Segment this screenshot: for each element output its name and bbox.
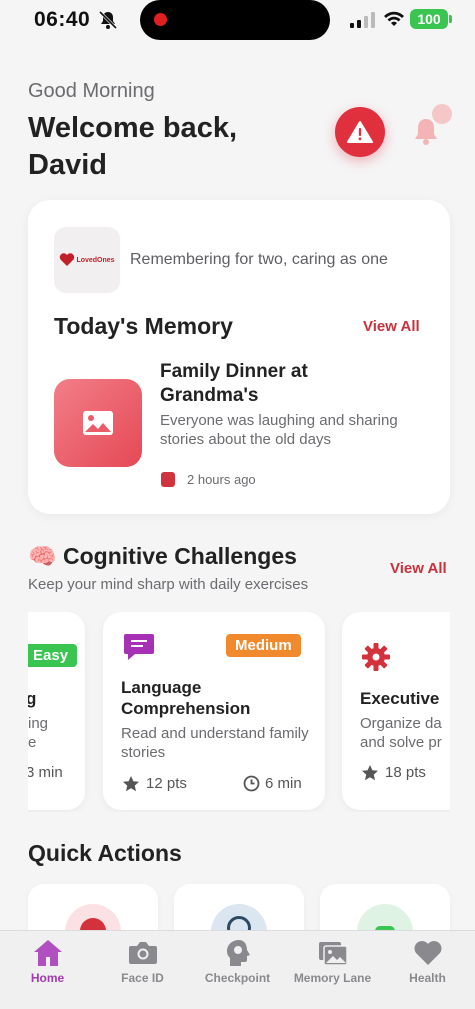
recording-indicator [154, 13, 167, 26]
signal-icon [350, 12, 375, 28]
status-time: 06:40 [34, 8, 91, 31]
challenge-desc-line2: and solve pr [360, 734, 442, 751]
app-tagline: Remembering for two, caring as one [130, 251, 388, 268]
clock-icon [243, 775, 260, 792]
photos-icon [319, 942, 348, 966]
star-icon [123, 776, 139, 792]
difficulty-badge-medium: Medium [226, 634, 301, 657]
camera-icon [129, 942, 157, 964]
nav-label: Face ID [121, 971, 164, 985]
quick-actions-title: Quick Actions [28, 840, 182, 866]
star-icon [362, 765, 378, 781]
bottom-navigation: Home Face ID Checkpoint Memory Lane Heal… [0, 930, 475, 1009]
heart-icon [414, 941, 442, 965]
gear-icon [362, 643, 390, 671]
challenge-title: Language Comprehension [121, 678, 251, 718]
brain-head-icon [227, 940, 250, 966]
chat-icon [124, 634, 154, 660]
cognitive-view-all-link[interactable]: View All [390, 560, 447, 577]
challenge-description: Read and understand family stories [121, 725, 309, 761]
challenge-title: g [28, 689, 37, 708]
notification-badge [432, 104, 452, 124]
nav-label: Home [30, 971, 65, 985]
memory-view-all-link[interactable]: View All [363, 318, 420, 335]
nav-label: Checkpoint [204, 971, 271, 985]
nav-checkpoint[interactable]: Checkpoint [190, 931, 285, 1009]
memory-description: Everyone was laughing and sharing storie… [160, 412, 398, 448]
challenge-duration: 3 min [28, 764, 63, 781]
nav-home[interactable]: Home [0, 931, 95, 1009]
logo-text: LovedOnes [76, 256, 115, 264]
challenge-desc-line2: e [28, 734, 37, 751]
challenge-card-easy[interactable]: Easy g ing e 3 min [28, 612, 85, 810]
battery-indicator: 100 [410, 9, 452, 29]
challenge-card-language[interactable]: Medium Language Comprehension Read and u… [103, 612, 325, 810]
challenge-title: Executive [360, 689, 440, 708]
cognitive-subtitle: Keep your mind sharp with daily exercise… [28, 576, 309, 593]
challenge-desc-line1: Organize da [360, 715, 442, 732]
memory-title[interactable]: Family Dinner at Grandma's [160, 360, 340, 408]
bell-slash-icon [98, 10, 118, 30]
welcome-title: Welcome back, David [28, 112, 238, 181]
wifi-icon [384, 11, 404, 26]
heart-logo-icon [60, 253, 75, 266]
calendar-icon [161, 472, 175, 487]
greeting-text: Good Morning [28, 80, 155, 102]
challenge-desc-line1: ing [28, 715, 49, 732]
challenge-card-executive[interactable]: Executive Organize da and solve pr 18 pt… [342, 612, 450, 810]
memory-thumbnail[interactable] [54, 379, 142, 467]
challenge-points: 12 pts [146, 775, 187, 792]
challenge-carousel[interactable]: Easy g ing e 3 min Medium Language Compr… [28, 612, 450, 812]
cognitive-challenges-title: 🧠 Cognitive Challenges [28, 543, 297, 569]
memory-time: 2 hours ago [187, 472, 256, 487]
nav-label: Health [409, 971, 446, 985]
challenge-duration: 6 min [265, 775, 302, 792]
emergency-alert-button[interactable] [335, 107, 385, 157]
nav-health[interactable]: Health [380, 931, 475, 1009]
lovedones-logo: LovedOnes [54, 227, 120, 293]
nav-label: Memory Lane [293, 971, 372, 985]
home-icon [34, 940, 62, 966]
nav-face-id[interactable]: Face ID [95, 931, 190, 1009]
warning-icon [347, 121, 373, 143]
difficulty-badge-easy: Easy [28, 644, 78, 667]
image-icon [83, 411, 113, 435]
nav-memory-lane[interactable]: Memory Lane [285, 931, 380, 1009]
dynamic-island [140, 0, 330, 40]
challenge-points: 18 pts [385, 764, 426, 781]
todays-memory-title: Today's Memory [54, 313, 233, 339]
